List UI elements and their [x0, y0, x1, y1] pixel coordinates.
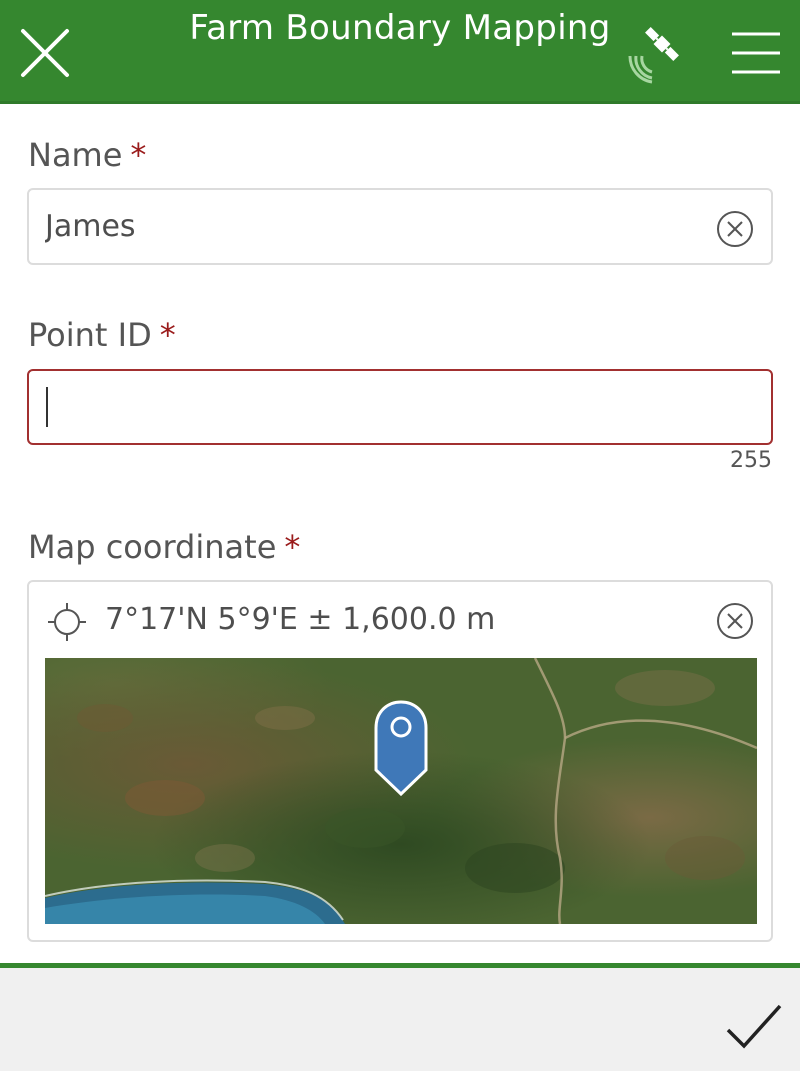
submit-button[interactable] [724, 996, 784, 1056]
map-coordinate-label-text: Map coordinate [28, 528, 277, 566]
name-label: Name * [28, 136, 146, 174]
menu-icon [732, 32, 780, 74]
name-input[interactable] [45, 190, 701, 263]
map-coordinate-label: Map coordinate * [28, 528, 300, 566]
required-marker: * [130, 136, 147, 174]
required-marker: * [284, 528, 301, 566]
map-preview[interactable] [45, 658, 757, 924]
crosshair-icon [48, 603, 86, 641]
clear-icon [717, 603, 753, 639]
point-id-field[interactable] [27, 369, 773, 445]
clear-coordinate-button[interactable] [716, 602, 754, 640]
gps-status-button[interactable] [622, 20, 686, 84]
checkmark-icon [726, 1004, 782, 1049]
satellite-map [45, 658, 757, 924]
app-header: Farm Boundary Mapping [0, 0, 800, 104]
clear-name-button[interactable] [716, 210, 754, 248]
clear-icon [717, 211, 753, 247]
name-label-text: Name [28, 136, 123, 174]
locate-button[interactable] [47, 602, 87, 642]
name-field[interactable] [27, 188, 773, 265]
point-id-label-text: Point ID [28, 316, 152, 354]
point-id-input[interactable] [45, 371, 701, 443]
satellite-icon [628, 27, 679, 84]
text-cursor [46, 387, 48, 427]
required-marker: * [159, 316, 176, 354]
coordinate-value: 7°17'N 5°9'E ± 1,600.0 m [105, 602, 496, 637]
character-counter: 255 [730, 448, 772, 473]
point-id-label: Point ID * [28, 316, 176, 354]
map-coordinate-field: 7°17'N 5°9'E ± 1,600.0 m [27, 580, 773, 942]
bottom-toolbar [0, 963, 800, 1071]
menu-button[interactable] [730, 30, 782, 76]
